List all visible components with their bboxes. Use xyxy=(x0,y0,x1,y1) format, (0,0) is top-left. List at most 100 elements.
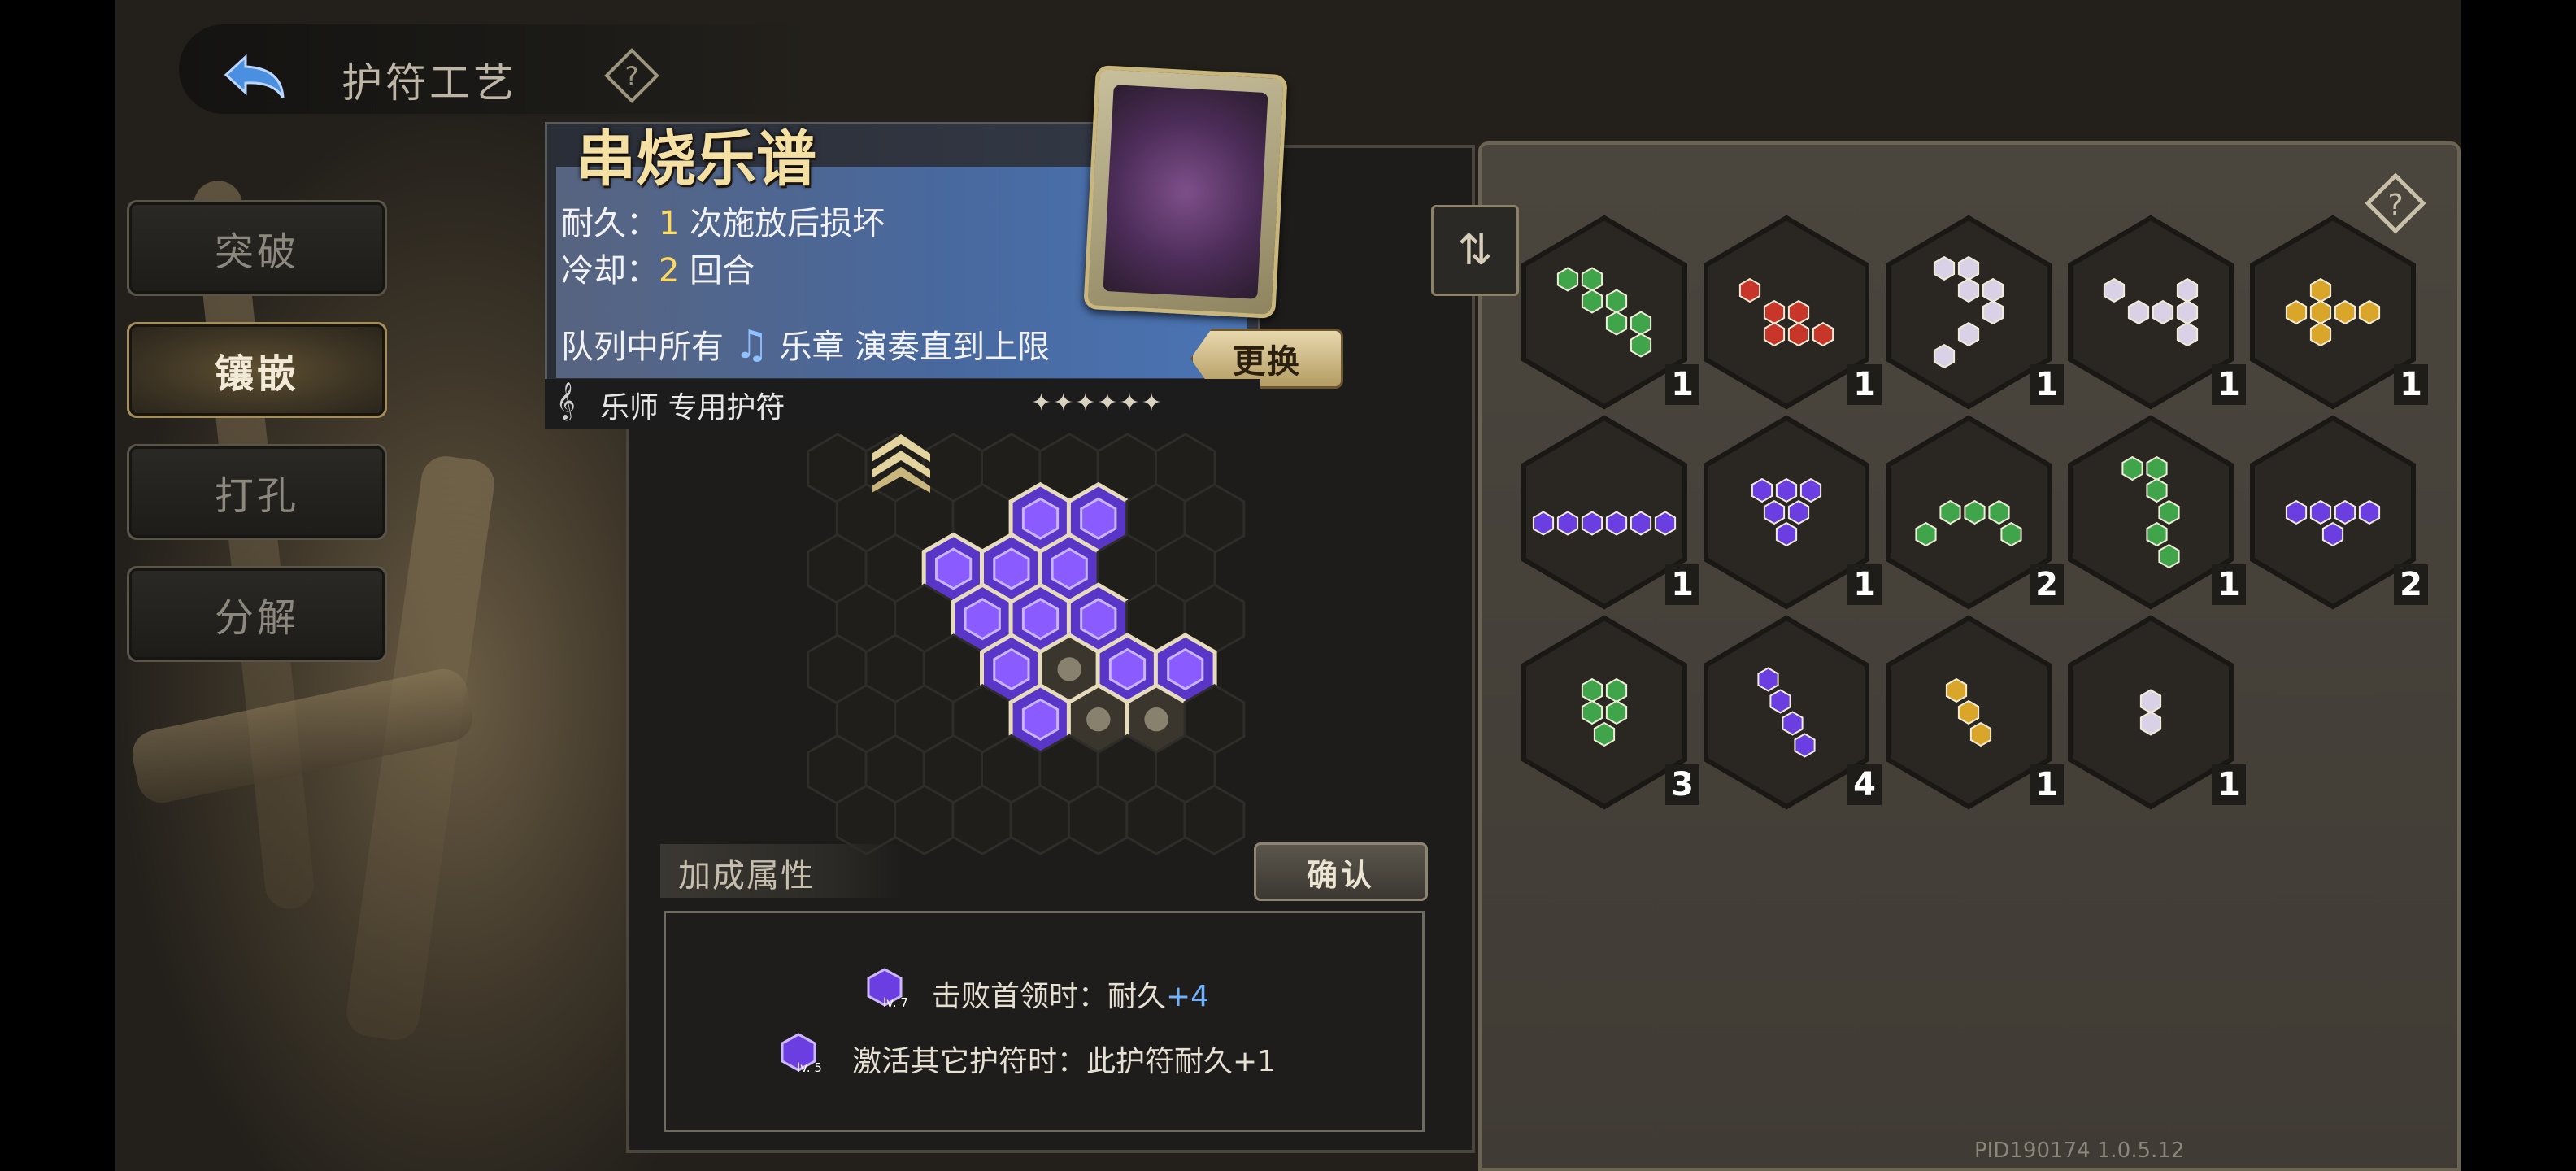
help-button[interactable]: ? xyxy=(603,47,660,104)
durability-value: 1 xyxy=(659,205,680,242)
gem-tile-frame xyxy=(2250,415,2416,610)
svg-text:?: ? xyxy=(625,61,639,92)
gem-piece xyxy=(1982,299,2004,325)
gem-piece xyxy=(1787,499,1810,525)
gem-count: 2 xyxy=(2030,564,2064,605)
durability-line: 耐久：1 次施放后损坏 xyxy=(561,197,885,244)
gem-tile-purple[interactable]: 4 xyxy=(1701,615,1882,810)
gem-piece xyxy=(1654,511,1677,536)
gem-tile-frame xyxy=(1521,615,1687,810)
bonus-title: 加成属性 xyxy=(678,857,815,895)
confirm-button[interactable]: 确认 xyxy=(1254,842,1428,901)
socket-glow xyxy=(1057,657,1081,681)
gem-count: 1 xyxy=(1665,564,1699,605)
gem-tile-frame xyxy=(1704,215,1869,410)
menu-decompose[interactable]: 分解 xyxy=(127,566,387,662)
gem-piece xyxy=(1630,511,1652,536)
bonus-line-2-text: 激活其它护符时：此护符耐久+1 xyxy=(852,1045,1277,1078)
gem-facet xyxy=(1021,598,1060,641)
gem-piece xyxy=(2358,499,2381,525)
gem-piece xyxy=(1757,667,1779,692)
gem-tile-purple[interactable]: 2 xyxy=(2247,415,2428,610)
menu-inlay[interactable]: 镶嵌 xyxy=(127,322,387,418)
gem-tile-green[interactable]: 1 xyxy=(2065,415,2246,610)
cooldown-label: 冷却： xyxy=(561,252,659,289)
gem-piece xyxy=(2334,499,2356,525)
gem-tile-green[interactable]: 1 xyxy=(1519,215,1699,410)
back-button[interactable] xyxy=(213,42,302,115)
hex-board xyxy=(807,433,1246,855)
gem-count: 4 xyxy=(1847,764,1882,805)
gem-piece xyxy=(1957,321,1980,347)
bonus-attributes-box xyxy=(664,911,1425,1132)
gem-piece xyxy=(1581,289,1603,314)
gem-level: lv. 5 xyxy=(797,1060,822,1075)
cooldown-value: 2 xyxy=(659,252,680,289)
gem-tile-yellow[interactable]: 1 xyxy=(2247,215,2428,410)
menu-breakthrough[interactable]: 突破 xyxy=(127,200,387,296)
gem-piece xyxy=(1969,721,1992,747)
gem-piece xyxy=(1799,477,1822,503)
gem-piece xyxy=(1630,311,1652,336)
gem-piece xyxy=(1769,689,1791,714)
gem-piece xyxy=(2309,277,2332,303)
gem-tile-purple[interactable]: 1 xyxy=(1519,415,1699,610)
gem-count: 1 xyxy=(2212,764,2246,805)
gem-piece xyxy=(2334,299,2356,325)
gem-tile-white[interactable]: 1 xyxy=(1883,215,2064,410)
gem-count: 1 xyxy=(2212,564,2246,605)
gem-piece xyxy=(1763,299,1786,325)
gem-count: 1 xyxy=(1847,564,1882,605)
sort-button[interactable]: ⇅ xyxy=(1431,205,1519,296)
gem-tile-white[interactable]: 1 xyxy=(2065,215,2246,410)
gem-piece xyxy=(2139,711,2162,736)
gem-piece xyxy=(2285,499,2308,525)
gem-tile-red[interactable]: 1 xyxy=(1701,215,1882,410)
gem-facet xyxy=(1167,647,1204,691)
musician-class-icon: 𝄞 xyxy=(556,382,576,420)
gem-piece xyxy=(2309,299,2332,325)
cooldown-suffix: 回合 xyxy=(679,252,755,289)
gem-facet xyxy=(1021,698,1060,741)
gem-facet xyxy=(993,647,1030,691)
effect-suffix: 演奏直到上限 xyxy=(855,329,1051,366)
gem-piece xyxy=(1630,333,1652,358)
gem-piece xyxy=(1605,311,1628,336)
gem-count: 1 xyxy=(2030,764,2064,805)
gem-tile-green[interactable]: 2 xyxy=(1883,415,2064,610)
socket-glow xyxy=(1144,707,1168,732)
gem-piece xyxy=(1957,255,1980,281)
gem-tile-purple[interactable]: 1 xyxy=(1701,415,1882,610)
gem-piece xyxy=(1738,277,1761,303)
gem-piece xyxy=(2103,277,2126,303)
gem-facet xyxy=(1051,547,1088,590)
gem-facet xyxy=(1080,598,1117,641)
gem-piece xyxy=(1581,267,1603,292)
menu-punch[interactable]: 打孔 xyxy=(127,444,387,540)
gem-piece xyxy=(2152,299,2174,325)
gem-count: 3 xyxy=(1665,764,1699,805)
gem-piece xyxy=(1581,699,1603,725)
gem-tile-white[interactable]: 1 xyxy=(2065,615,2246,810)
gem-piece xyxy=(2146,455,2168,481)
gem-tile-frame xyxy=(1704,415,1869,610)
gem-piece xyxy=(1763,499,1786,525)
effect-keyword: 乐章 xyxy=(779,329,845,366)
gem-piece xyxy=(1782,711,1804,736)
gem-tile-frame xyxy=(2068,215,2234,410)
gem-piece xyxy=(2285,299,2308,325)
gem-tile-frame xyxy=(1521,215,1687,410)
gem-tile-frame xyxy=(1886,415,2052,610)
gem-piece xyxy=(1915,521,1937,547)
talisman-stars: ✦✦✦✦✦✦ xyxy=(1031,389,1164,417)
gem-tile-yellow[interactable]: 1 xyxy=(1883,615,2064,810)
cooldown-line: 冷却：2 回合 xyxy=(561,244,755,291)
gem-piece xyxy=(2158,499,2180,525)
gem-tile-green[interactable]: 3 xyxy=(1519,615,1699,810)
gem-piece xyxy=(1581,677,1603,703)
music-note-icon: ♫ xyxy=(733,322,769,368)
gem-piece xyxy=(2000,521,2022,547)
gem-piece xyxy=(2309,321,2332,347)
gem-count: 1 xyxy=(2212,364,2246,405)
gem-piece xyxy=(2146,521,2168,547)
